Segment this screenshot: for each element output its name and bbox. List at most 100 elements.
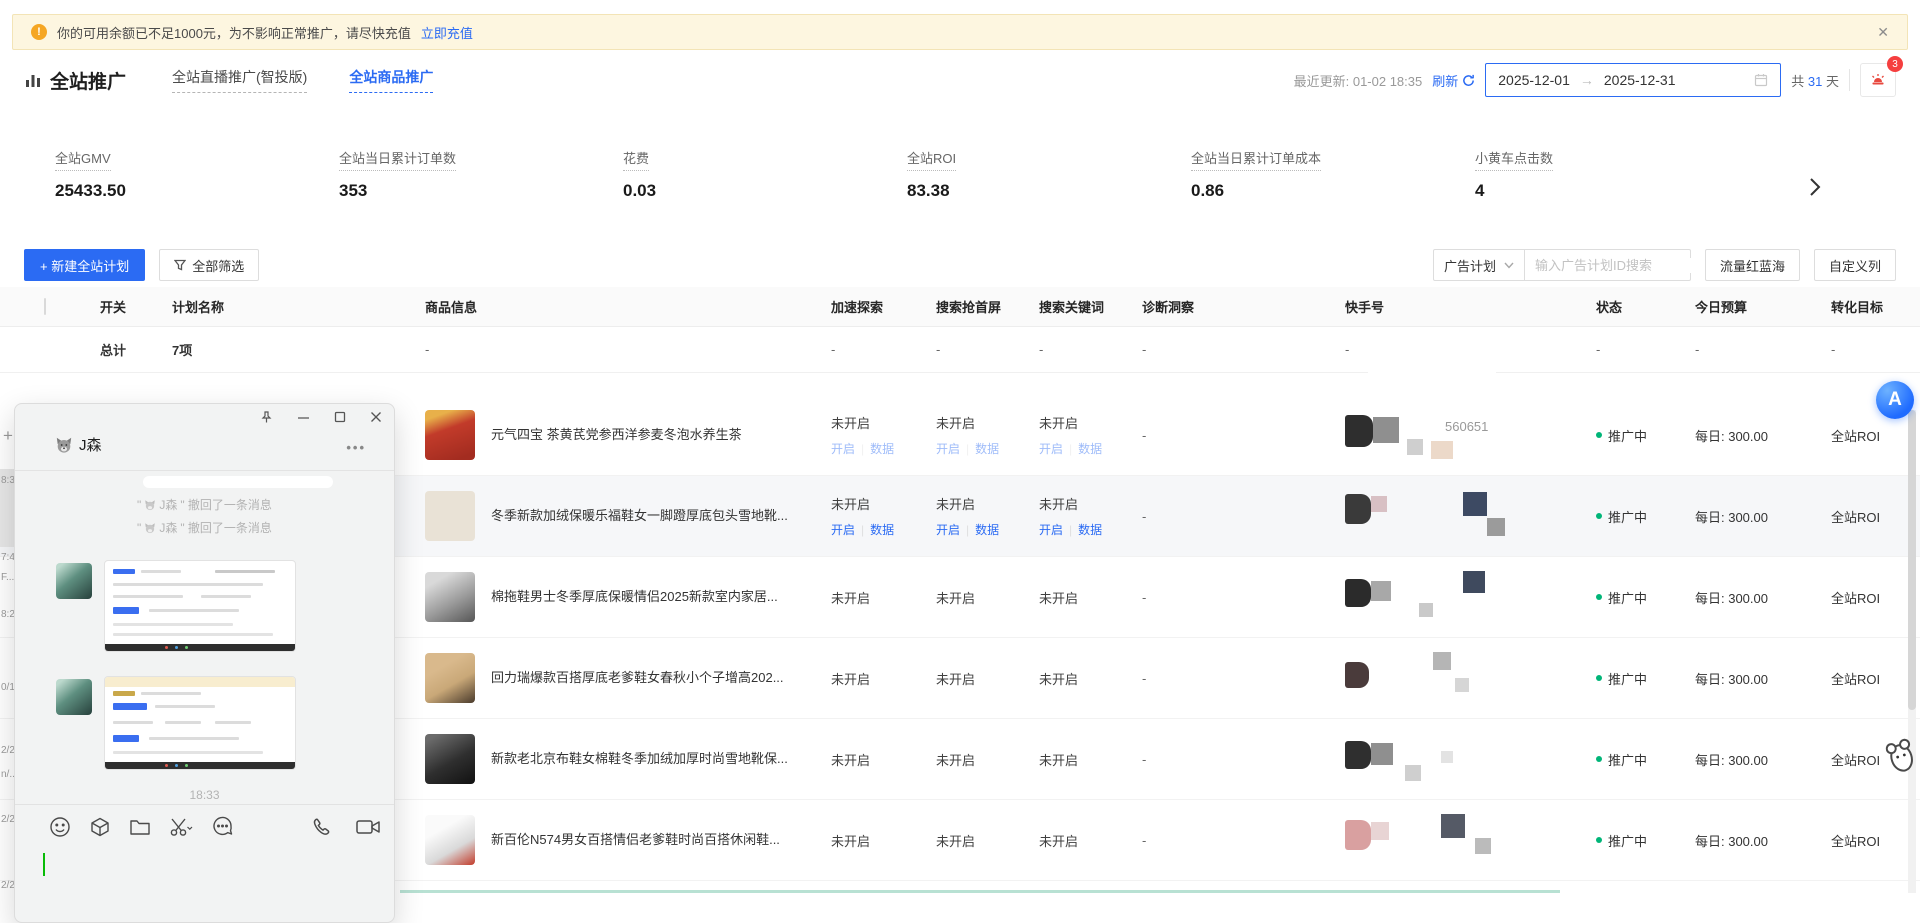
filter-icon: [174, 259, 186, 271]
date-range-picker[interactable]: 2025-12-01 → 2025-12-31: [1485, 63, 1781, 97]
chat-input-caret[interactable]: [43, 853, 45, 876]
enable-link[interactable]: 开启: [936, 440, 960, 457]
redacted-account: [1345, 812, 1555, 868]
col-account: 快手号: [1309, 297, 1579, 316]
conversion-goal: 全站ROI: [1807, 426, 1920, 445]
refresh-button[interactable]: 刷新: [1432, 71, 1475, 90]
page-scrollbar[interactable]: [1908, 410, 1916, 893]
enable-link[interactable]: 开启: [831, 521, 855, 538]
product-image: [425, 653, 475, 703]
enable-link[interactable]: 开启: [831, 440, 855, 457]
bg-time-fragment: 8:27: [1, 609, 14, 620]
image-message: [56, 560, 296, 652]
wolf-icon: [144, 522, 156, 534]
summary-count: 7项: [148, 340, 401, 359]
pin-icon[interactable]: [260, 410, 273, 424]
date-end-input[interactable]: 2025-12-31: [1604, 72, 1676, 88]
status-badge: 推广中: [1608, 507, 1647, 526]
filter-button[interactable]: 全部筛选: [159, 249, 259, 281]
search-input[interactable]: [1535, 258, 1711, 273]
message-timestamp: 18:33: [15, 788, 394, 802]
data-link[interactable]: 数据: [1078, 440, 1102, 457]
status-badge: 推广中: [1608, 750, 1647, 769]
conversion-goal: 全站ROI: [1807, 831, 1920, 850]
close-icon[interactable]: [370, 411, 382, 423]
screenshot-attachment[interactable]: [104, 560, 296, 652]
select-all-checkbox[interactable]: [44, 298, 46, 315]
blurred-message-pill: [143, 476, 333, 488]
daily-budget: 每日: 300.00: [1667, 426, 1807, 445]
col-switch: 开关: [76, 297, 148, 316]
screenshot-attachment[interactable]: [104, 676, 296, 770]
phone-icon[interactable]: [311, 816, 333, 838]
table-toolbar: + 新建全站计划 全部筛选 广告计划 流量红蓝海 自定义列: [0, 249, 1920, 281]
assistant-float-button[interactable]: A: [1876, 381, 1914, 419]
custom-columns-button[interactable]: 自定义列: [1814, 249, 1896, 281]
video-icon[interactable]: [355, 816, 381, 838]
product-image: [425, 410, 475, 460]
close-icon[interactable]: ✕: [1877, 24, 1889, 41]
traffic-redblue-button[interactable]: 流量红蓝海: [1705, 249, 1800, 281]
product-name[interactable]: 棉拖鞋男士冬季厚底保暖情侣2025新款室内家居...: [491, 588, 778, 606]
enable-link[interactable]: 开启: [1039, 440, 1063, 457]
product-name[interactable]: 回力瑞爆款百搭厚底老爹鞋女春秋小个子增高202...: [491, 669, 784, 687]
emoji-icon[interactable]: [49, 816, 71, 838]
data-link[interactable]: 数据: [870, 440, 894, 457]
data-link[interactable]: 数据: [975, 440, 999, 457]
product-name[interactable]: 新款老北京布鞋女棉鞋冬季加绒加厚时尚雪地靴保...: [491, 750, 788, 768]
wolf-icon: [55, 436, 73, 454]
data-link[interactable]: 数据: [975, 521, 999, 538]
redacted-account: [1345, 569, 1555, 625]
avatar[interactable]: [56, 679, 92, 715]
daily-budget: 每日: 300.00: [1667, 669, 1807, 688]
tab-live-promo[interactable]: 全站直播推广(智投版): [172, 67, 307, 93]
chat-window[interactable]: J森 ••• " J森" 撤回了一条消息 " J森" 撤回了一条消息: [14, 403, 395, 923]
date-start-input[interactable]: 2025-12-01: [1498, 72, 1570, 88]
product-name[interactable]: 新百伦N574男女百搭情侣老爹鞋时尚百搭休闲鞋...: [491, 831, 780, 849]
avatar[interactable]: [56, 563, 92, 599]
maximize-icon[interactable]: [334, 411, 346, 423]
conversion-goal: 全站ROI: [1807, 588, 1920, 607]
scissors-icon[interactable]: [169, 816, 193, 838]
calendar-icon: [1754, 73, 1768, 87]
daily-budget: 每日: 300.00: [1667, 831, 1807, 850]
new-plan-button[interactable]: + 新建全站计划: [24, 249, 145, 281]
chat-menu-button[interactable]: •••: [346, 440, 366, 455]
product-name[interactable]: 冬季新款加绒保暖乐福鞋女一脚蹬厚底包头雪地靴...: [491, 507, 788, 525]
product-image: [425, 815, 475, 865]
plan-type-select[interactable]: 广告计划: [1433, 249, 1525, 281]
folder-icon[interactable]: [129, 817, 151, 837]
col-search-keyword: 搜索关键词: [1009, 297, 1112, 316]
col-product: 商品信息: [401, 297, 801, 316]
data-link[interactable]: 数据: [870, 521, 894, 538]
background-plus-icon: +: [3, 426, 13, 446]
alert-center-button[interactable]: 3: [1860, 63, 1896, 97]
background-window-edge: [400, 890, 1560, 893]
box-icon[interactable]: [89, 816, 111, 838]
stats-next-button[interactable]: [1800, 172, 1830, 202]
data-link[interactable]: 数据: [1078, 521, 1102, 538]
conversion-goal: 全站ROI: [1807, 507, 1920, 526]
bg-time-fragment: 2/29: [1, 880, 14, 891]
scrollbar-thumb[interactable]: [1908, 410, 1916, 710]
enable-link[interactable]: 开启: [1039, 521, 1063, 538]
product-name[interactable]: 元气四宝 茶黄芪党参西洋参麦冬泡水养生茶: [491, 426, 742, 444]
chat-title: J森: [55, 434, 102, 455]
image-message: [56, 676, 296, 770]
col-goal: 转化目标: [1807, 297, 1920, 316]
tab-product-promo[interactable]: 全站商品推广: [349, 67, 433, 93]
status-dot: [1596, 675, 1602, 681]
enable-link[interactable]: 开启: [936, 521, 960, 538]
minimize-icon[interactable]: [297, 411, 310, 424]
status-badge: 推广中: [1608, 588, 1647, 607]
siren-icon: [1869, 72, 1887, 88]
status-badge: 推广中: [1608, 426, 1647, 445]
last-updated: 最近更新: 01-02 18:35: [1294, 71, 1423, 90]
col-plan-name: 计划名称: [148, 297, 401, 316]
chart-icon: [24, 71, 42, 89]
status-badge: 推广中: [1608, 831, 1647, 850]
recharge-link[interactable]: 立即充值: [421, 23, 473, 42]
chat-history-icon[interactable]: [211, 816, 234, 838]
product-image: [425, 491, 475, 541]
banner-text: 你的可用余额已不足1000元，为不影响正常推广，请尽快充值: [57, 23, 411, 42]
